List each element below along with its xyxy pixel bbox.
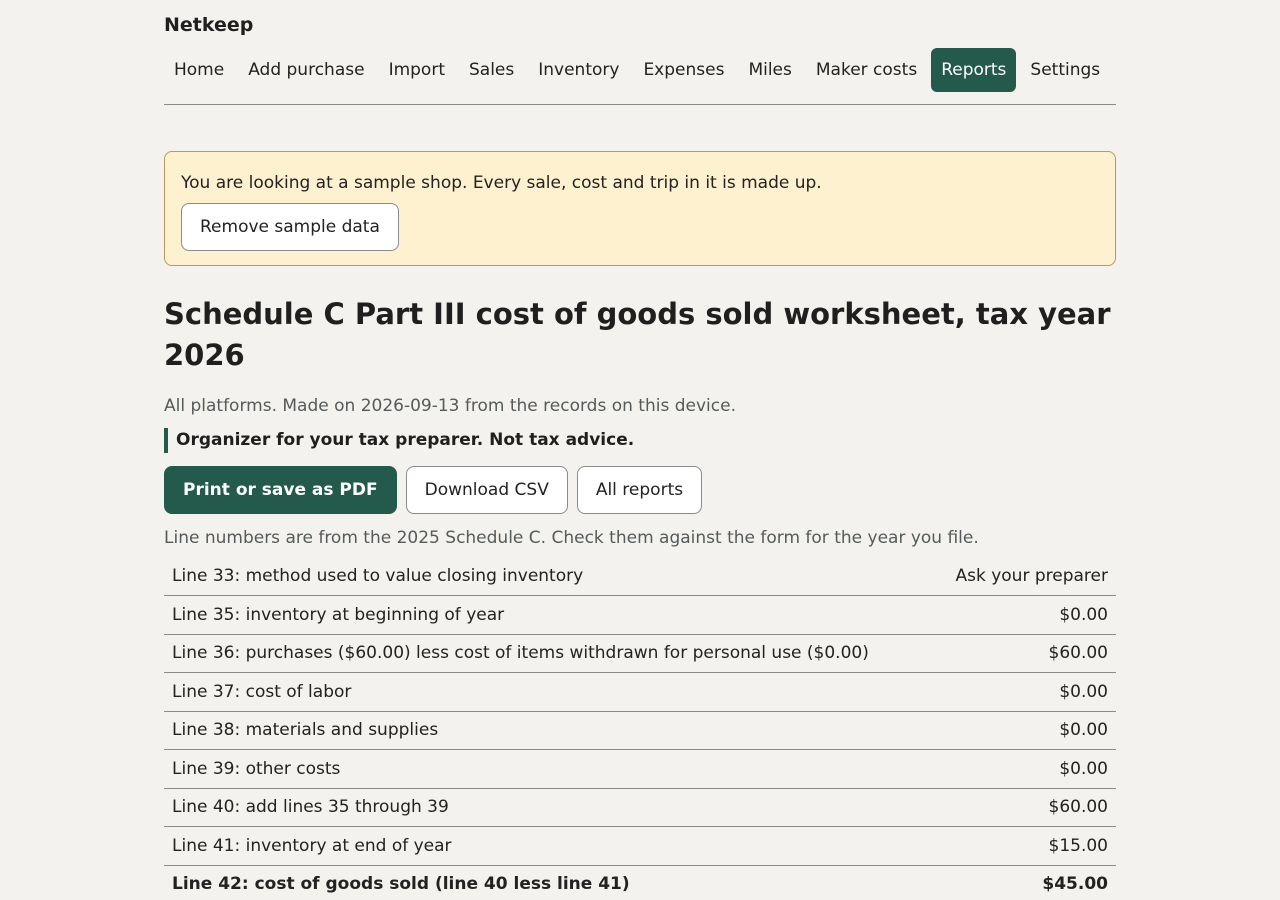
table-row: Line 35: inventory at beginning of year … [164,595,1116,635]
row-value: $45.00 [933,865,1116,900]
download-csv-button[interactable]: Download CSV [405,466,568,514]
nav-item-home[interactable]: Home [164,48,234,92]
row-value: $60.00 [933,788,1116,827]
row-value: $15.00 [933,826,1116,866]
cogs-worksheet-table: Line 33: method used to value closing in… [164,557,1116,900]
nav-item-add-purchase[interactable]: Add purchase [238,48,374,92]
table-row: Line 36: purchases ($60.00) less cost of… [164,634,1116,673]
table-row: Line 33: method used to value closing in… [164,557,1116,596]
app-title: Netkeep [164,14,254,36]
page-title: Schedule C Part III cost of goods sold w… [164,297,1111,372]
nav-item-reports[interactable]: Reports [931,48,1017,92]
table-row: Line 40: add lines 35 through 39 $60.00 [164,788,1116,827]
table-row: Line 39: other costs $0.00 [164,749,1116,789]
row-value: Ask your preparer [933,557,1116,596]
table-row: Line 41: inventory at end of year $15.00 [164,826,1116,866]
row-label: Line 39: other costs [164,749,934,789]
line-number-note: Line numbers are from the 2025 Schedule … [164,528,979,548]
nav-item-maker-costs[interactable]: Maker costs [806,48,927,92]
sample-data-message: You are looking at a sample shop. Every … [181,173,822,193]
all-reports-button[interactable]: All reports [576,466,703,514]
disclaimer: Organizer for your tax preparer. Not tax… [164,428,1116,453]
nav-item-settings[interactable]: Settings [1020,48,1110,92]
nav-item-sales[interactable]: Sales [459,48,524,92]
row-label: Line 41: inventory at end of year [164,826,934,866]
report-actions: Print or save as PDF Download CSV All re… [164,466,1116,514]
table-row: Line 37: cost of labor $0.00 [164,672,1116,712]
row-label: Line 38: materials and supplies [164,711,934,750]
table-row: Line 38: materials and supplies $0.00 [164,711,1116,750]
row-label: Line 36: purchases ($60.00) less cost of… [164,634,934,673]
row-label: Line 35: inventory at beginning of year [164,595,934,635]
print-pdf-button[interactable]: Print or save as PDF [164,466,397,514]
top-nav-bar: Home Add purchase Import Sales Inventory… [164,48,1116,105]
row-label: Line 42: cost of goods sold (line 40 les… [164,865,934,900]
page: Netkeep Home Add purchase Import Sales I… [164,0,1116,900]
row-label: Line 40: add lines 35 through 39 [164,788,934,827]
row-label: Line 33: method used to value closing in… [164,557,934,596]
nav-item-import[interactable]: Import [379,48,455,92]
remove-sample-data-button[interactable]: Remove sample data [181,203,399,251]
row-value: $0.00 [933,672,1116,712]
top-nav: Home Add purchase Import Sales Inventory… [164,48,1116,92]
nav-item-expenses[interactable]: Expenses [633,48,734,92]
row-label: Line 37: cost of labor [164,672,934,712]
page-subtitle: All platforms. Made on 2026-09-13 from t… [164,396,736,416]
row-value: $0.00 [933,749,1116,789]
nav-item-inventory[interactable]: Inventory [528,48,629,92]
row-value: $0.00 [933,711,1116,750]
nav-item-miles[interactable]: Miles [738,48,801,92]
row-value: $60.00 [933,634,1116,673]
row-value: $0.00 [933,595,1116,635]
table-row-total: Line 42: cost of goods sold (line 40 les… [164,865,1116,900]
sample-data-banner: You are looking at a sample shop. Every … [164,151,1116,266]
